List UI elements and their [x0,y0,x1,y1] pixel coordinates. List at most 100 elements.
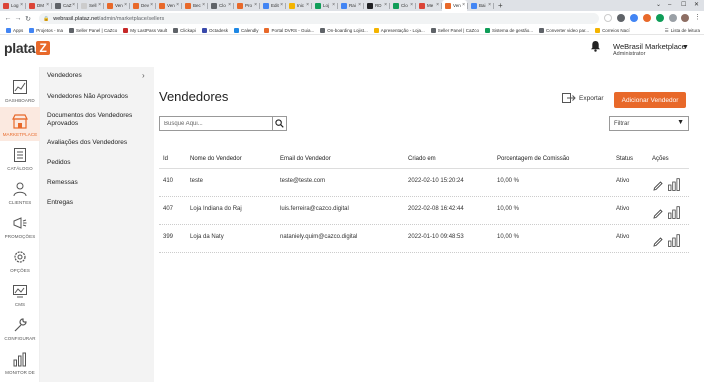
browser-tab[interactable]: Sell × [78,0,103,11]
tab-close-icon[interactable]: × [20,2,23,8]
tab-close-icon[interactable]: × [150,2,153,8]
tab-close-icon[interactable]: × [306,2,309,8]
sidebar-item-dashboard[interactable]: DASHBOARD [0,73,40,107]
reading-list[interactable]: ☰ Lista de leitura [663,26,700,35]
edit-pencil-icon[interactable] [653,209,663,219]
column-header-status[interactable]: Status [616,156,633,162]
tab-close-icon[interactable]: × [72,2,75,8]
tab-close-icon[interactable]: × [46,2,49,8]
browser-tab[interactable]: Clo × [208,0,233,11]
tab-close-icon[interactable]: × [358,2,361,8]
forward-icon[interactable]: → [13,15,23,22]
tab-close-icon[interactable]: × [228,2,231,8]
tab-close-icon[interactable]: × [202,2,205,8]
tab-close-icon[interactable]: × [176,2,179,8]
notification-bell-icon[interactable] [590,40,601,52]
browser-tab[interactable]: Me × [416,0,441,11]
window-close-button[interactable]: ✕ [694,0,699,10]
browser-tab[interactable]: Bai × [468,0,493,11]
sidebar-item-customers[interactable]: CLIENTES [0,175,40,209]
extension-icon[interactable] [630,14,638,22]
column-header-name[interactable]: Nome do Vendedor [190,156,242,162]
browser-tab[interactable]: RD × [364,0,389,11]
column-header-email[interactable]: Email do Vendedor [280,156,331,162]
bookmark-item[interactable]: Converter video par... [539,27,589,33]
reload-icon[interactable]: ↻ [23,15,33,23]
browser-tab[interactable]: DM × [26,0,51,11]
export-button[interactable]: Exportar [562,93,604,103]
browser-tab[interactable]: Inic × [286,0,311,11]
stats-chart-icon[interactable] [668,234,680,247]
bookmark-item[interactable]: Clickapi [173,27,196,33]
user-menu-caret-icon[interactable]: ▼ [682,44,689,51]
filter-select[interactable]: Filtrar ▼ [609,116,689,131]
subnav-item-seller-reviews[interactable]: Avaliações dos Vendedores [47,139,147,147]
bookmark-item[interactable]: On-boarding Lojist... [320,27,368,33]
stats-chart-icon[interactable] [668,206,680,219]
subnav-item-shipments[interactable]: Remessas [47,179,147,187]
subnav-item-deliveries[interactable]: Entregas [47,199,147,207]
bookmark-item[interactable]: Correios Nací [595,27,630,33]
stats-chart-icon[interactable] [668,178,680,191]
back-icon[interactable]: ← [3,15,13,22]
browser-tab[interactable]: Ven × [442,0,467,11]
browser-tab[interactable]: Rai × [338,0,363,11]
browser-tab[interactable]: Ven × [156,0,181,11]
search-button[interactable] [272,116,287,131]
sidebar-item-catalog[interactable]: CATÁLOGO [0,141,40,175]
address-bar[interactable]: 🔒 webrasil.plataz.net/admin/marketplace/… [39,13,599,24]
bookmark-item[interactable]: Sistema de gestão... [485,27,533,33]
subnav-item-unapproved-sellers[interactable]: Vendedores Não Aprovados [47,93,147,101]
browser-tab[interactable]: Log × [0,0,25,11]
edit-pencil-icon[interactable] [653,237,663,247]
bookmark-item[interactable]: My LastPass Vault [123,27,167,33]
tab-close-icon[interactable]: × [280,2,283,8]
bookmark-item[interactable]: Portal DVRS - Guia... [264,27,314,33]
subnav-item-approved-seller-documents[interactable]: Documentos dos Vendedores Aprovados [47,112,147,128]
browser-tab[interactable]: Dev × [130,0,155,11]
browser-tab[interactable]: Pro × [234,0,259,11]
puzzle-icon[interactable] [669,14,677,22]
bookmark-item[interactable]: Seller Panel | CaZco [430,27,479,33]
tab-close-icon[interactable]: × [436,2,439,8]
window-maximize-button[interactable]: ☐ [681,0,686,10]
tab-close-icon[interactable]: × [98,2,101,8]
app-logo[interactable]: plata Z [4,40,51,56]
browser-tab[interactable]: Loj × [312,0,337,11]
browser-tab[interactable]: Ven × [104,0,129,11]
browser-tab[interactable]: Edit × [260,0,285,11]
add-seller-button[interactable]: Adicionar Vendedor [614,92,686,108]
tab-close-icon[interactable]: × [488,2,491,8]
extension-icon[interactable] [656,14,664,22]
sidebar-item-cms[interactable]: CMS [0,277,40,311]
bookmark-item[interactable]: Apresentação - Loja... [373,27,425,33]
window-minimize-button[interactable]: – [668,0,671,10]
tab-close-icon[interactable]: × [332,2,335,8]
subnav-item-sellers[interactable]: Vendedores [47,72,147,80]
browser-menu-icon[interactable]: ⋮ [694,14,701,22]
tab-close-icon[interactable]: × [384,2,387,8]
search-input[interactable] [159,116,272,131]
extension-icon[interactable] [643,14,651,22]
bookmark-item[interactable]: Calendly [233,27,258,33]
tab-close-icon[interactable]: × [410,2,413,8]
extension-icon[interactable] [617,14,625,22]
bookmark-item[interactable]: Seller Panel | CaZco [69,27,117,33]
bookmark-item[interactable]: Octadesk [201,27,228,33]
subnav-item-orders[interactable]: Pedidos [47,159,147,167]
browser-tab[interactable]: Clo × [390,0,415,11]
sidebar-item-marketplace[interactable]: MARKETPLACE [0,107,40,141]
column-header-created[interactable]: Criado em [408,156,436,162]
apps-bookmark[interactable]: Apps [6,27,23,33]
sidebar-item-promotions[interactable]: PROMOÇÕES [0,209,40,243]
user-name[interactable]: WeBrasil Marketplace [613,42,686,51]
sidebar-item-configure[interactable]: CONFIGURAR [0,311,40,345]
edit-pencil-icon[interactable] [653,181,663,191]
tab-close-icon[interactable]: × [254,2,257,8]
sidebar-item-options[interactable]: OPÇÕES [0,243,40,277]
new-tab-button[interactable]: + [498,1,503,11]
bookmark-item[interactable]: Projetos - Ina [29,27,63,33]
browser-tab[interactable]: CaZ × [52,0,77,11]
tab-close-icon[interactable]: × [124,2,127,8]
tab-close-icon[interactable]: × [462,2,465,8]
